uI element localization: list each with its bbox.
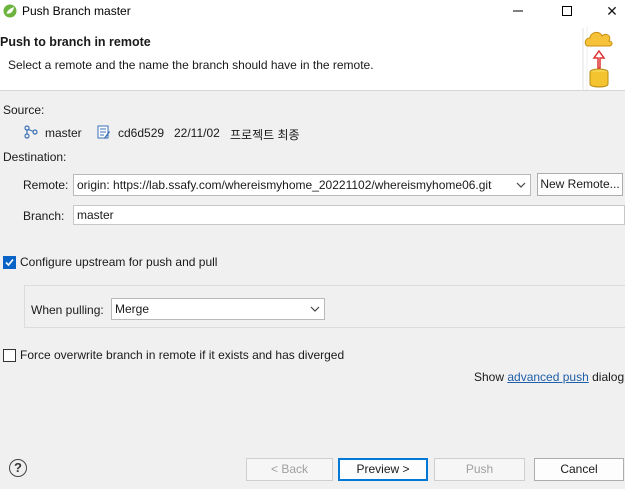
advanced-prefix: Show xyxy=(474,370,508,384)
source-branch-name: master xyxy=(45,126,82,140)
commit-hash: cd6d529 xyxy=(118,126,165,140)
eclipse-app-icon xyxy=(3,4,17,18)
page-title: Push to branch in remote xyxy=(0,35,151,49)
remote-select-value: origin: https://lab.ssafy.com/whereismyh… xyxy=(77,178,492,192)
back-button[interactable]: < Back xyxy=(246,458,333,481)
destination-label: Destination: xyxy=(3,150,67,164)
close-icon: ✕ xyxy=(606,2,618,19)
force-overwrite-label: Force overwrite branch in remote if it e… xyxy=(20,348,345,362)
push-to-remote-banner-icon xyxy=(582,26,613,90)
branch-label: Branch: xyxy=(23,209,65,223)
commit-date: 22/11/02 xyxy=(174,126,220,140)
remote-select[interactable]: origin: https://lab.ssafy.com/whereismyh… xyxy=(73,174,531,196)
chevron-down-icon xyxy=(516,182,526,188)
window-title: Push Branch master xyxy=(22,4,131,18)
cancel-button[interactable]: Cancel xyxy=(534,458,624,481)
push-button[interactable]: Push xyxy=(434,458,525,481)
minimize-icon xyxy=(513,10,523,12)
force-overwrite-checkbox[interactable] xyxy=(3,349,16,362)
maximize-button[interactable] xyxy=(545,0,589,22)
commit-icon xyxy=(97,125,110,139)
close-button[interactable]: ✕ xyxy=(590,0,625,22)
chevron-down-icon xyxy=(310,306,320,312)
advanced-suffix: dialog xyxy=(588,370,625,384)
configure-upstream-checkbox[interactable] xyxy=(3,256,16,269)
when-pulling-select[interactable]: Merge xyxy=(111,298,325,320)
minimize-button[interactable] xyxy=(496,0,540,22)
advanced-push-text: Show advanced push dialog xyxy=(474,370,624,384)
commit-message: 프로젝트 최종 xyxy=(230,128,300,142)
title-bar: Push Branch master ✕ xyxy=(0,0,625,22)
maximize-icon xyxy=(562,6,572,16)
preview-button[interactable]: Preview > xyxy=(338,458,428,481)
source-label: Source: xyxy=(3,103,45,117)
page-description: Select a remote and the name the branch … xyxy=(8,58,374,72)
remote-label: Remote: xyxy=(23,178,69,192)
branch-icon xyxy=(24,125,38,139)
when-pulling-value: Merge xyxy=(115,302,150,316)
advanced-push-link[interactable]: advanced push xyxy=(507,370,588,384)
checkmark-icon xyxy=(5,258,14,267)
help-icon[interactable]: ? xyxy=(9,459,27,477)
branch-input[interactable]: master xyxy=(73,205,625,225)
configure-upstream-label: Configure upstream for push and pull xyxy=(20,255,218,269)
when-pulling-label: When pulling: xyxy=(31,303,104,317)
new-remote-button[interactable]: New Remote... xyxy=(537,173,623,196)
wizard-header: Push to branch in remote Select a remote… xyxy=(0,22,625,91)
